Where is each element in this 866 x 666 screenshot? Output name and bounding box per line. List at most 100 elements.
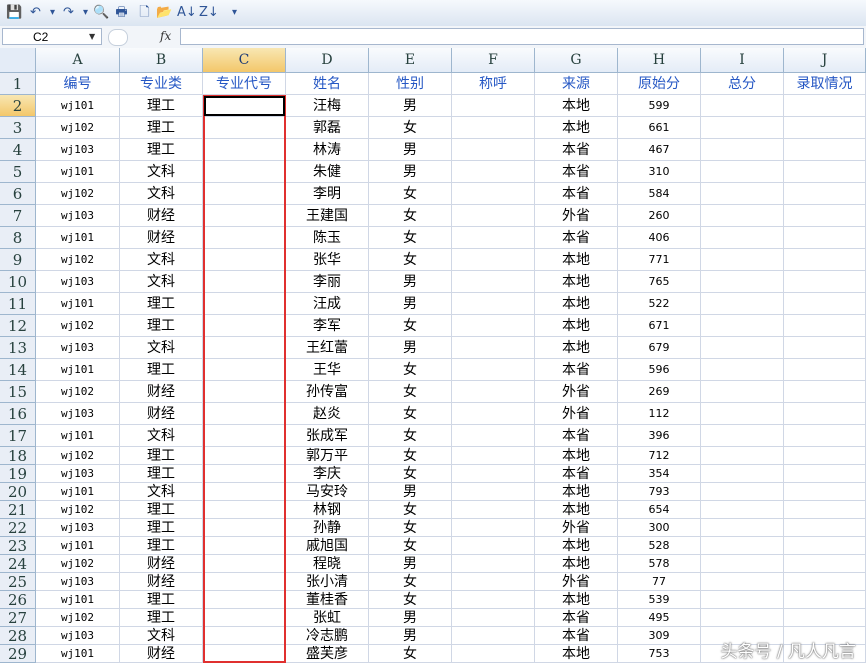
cell-a9[interactable]: wj102 (36, 249, 120, 271)
header-cell-i[interactable]: 总分 (701, 73, 784, 95)
cell-d11[interactable]: 汪成 (286, 293, 369, 315)
cell-h11[interactable]: 522 (618, 293, 701, 315)
cell-h21[interactable]: 654 (618, 501, 701, 519)
cell-f25[interactable] (452, 573, 535, 591)
cell-f8[interactable] (452, 227, 535, 249)
cell-h4[interactable]: 467 (618, 139, 701, 161)
cell-b9[interactable]: 文科 (120, 249, 203, 271)
cell-f21[interactable] (452, 501, 535, 519)
cell-g20[interactable]: 本地 (535, 483, 618, 501)
cell-g7[interactable]: 外省 (535, 205, 618, 227)
cell-b21[interactable]: 理工 (120, 501, 203, 519)
cell-h24[interactable]: 578 (618, 555, 701, 573)
cell-h12[interactable]: 671 (618, 315, 701, 337)
column-header-c[interactable]: C (203, 48, 286, 73)
cell-g6[interactable]: 本省 (535, 183, 618, 205)
header-cell-a[interactable]: 编号 (36, 73, 120, 95)
cell-a11[interactable]: wj101 (36, 293, 120, 315)
cell-e24[interactable]: 男 (369, 555, 452, 573)
cell-j6[interactable] (784, 183, 866, 205)
header-cell-d[interactable]: 姓名 (286, 73, 369, 95)
cell-c11[interactable] (203, 293, 286, 315)
row-header-24[interactable]: 24 (0, 555, 36, 573)
cell-e28[interactable]: 男 (369, 627, 452, 645)
cell-i25[interactable] (701, 573, 784, 591)
cell-c9[interactable] (203, 249, 286, 271)
row-header-15[interactable]: 15 (0, 381, 36, 403)
column-header-b[interactable]: B (120, 48, 203, 73)
cell-b29[interactable]: 财经 (120, 645, 203, 663)
cell-b8[interactable]: 财经 (120, 227, 203, 249)
cell-b15[interactable]: 财经 (120, 381, 203, 403)
cell-j14[interactable] (784, 359, 866, 381)
cell-j10[interactable] (784, 271, 866, 293)
cell-j7[interactable] (784, 205, 866, 227)
cell-d18[interactable]: 郭万平 (286, 447, 369, 465)
cell-e7[interactable]: 女 (369, 205, 452, 227)
cell-a3[interactable]: wj102 (36, 117, 120, 139)
row-header-1[interactable]: 1 (0, 73, 36, 95)
cell-f2[interactable] (452, 95, 535, 117)
row-header-11[interactable]: 11 (0, 293, 36, 315)
row-header-8[interactable]: 8 (0, 227, 36, 249)
column-header-i[interactable]: I (701, 48, 784, 73)
cell-i22[interactable] (701, 519, 784, 537)
cell-g13[interactable]: 本地 (535, 337, 618, 359)
cell-f27[interactable] (452, 609, 535, 627)
cell-h7[interactable]: 260 (618, 205, 701, 227)
cell-f11[interactable] (452, 293, 535, 315)
cell-h5[interactable]: 310 (618, 161, 701, 183)
column-header-f[interactable]: F (452, 48, 535, 73)
cell-h3[interactable]: 661 (618, 117, 701, 139)
cell-a28[interactable]: wj103 (36, 627, 120, 645)
cell-f17[interactable] (452, 425, 535, 447)
print-icon[interactable]: 🖶 (113, 4, 130, 21)
cell-i10[interactable] (701, 271, 784, 293)
cell-i24[interactable] (701, 555, 784, 573)
cell-f10[interactable] (452, 271, 535, 293)
cell-j21[interactable] (784, 501, 866, 519)
cell-e19[interactable]: 女 (369, 465, 452, 483)
cell-c7[interactable] (203, 205, 286, 227)
name-box[interactable]: C2 (2, 28, 102, 45)
cell-c24[interactable] (203, 555, 286, 573)
row-header-16[interactable]: 16 (0, 403, 36, 425)
cell-d8[interactable]: 陈玉 (286, 227, 369, 249)
cell-b13[interactable]: 文科 (120, 337, 203, 359)
cell-e29[interactable]: 女 (369, 645, 452, 663)
cell-i4[interactable] (701, 139, 784, 161)
cell-c6[interactable] (203, 183, 286, 205)
cell-i9[interactable] (701, 249, 784, 271)
cell-c28[interactable] (203, 627, 286, 645)
cell-e4[interactable]: 男 (369, 139, 452, 161)
cell-g10[interactable]: 本地 (535, 271, 618, 293)
row-header-28[interactable]: 28 (0, 627, 36, 645)
cell-i21[interactable] (701, 501, 784, 519)
cell-c8[interactable] (203, 227, 286, 249)
cell-d4[interactable]: 林涛 (286, 139, 369, 161)
row-header-26[interactable]: 26 (0, 591, 36, 609)
cell-j8[interactable] (784, 227, 866, 249)
cell-j19[interactable] (784, 465, 866, 483)
cell-a8[interactable]: wj101 (36, 227, 120, 249)
cell-b4[interactable]: 理工 (120, 139, 203, 161)
cell-c13[interactable] (203, 337, 286, 359)
cell-a12[interactable]: wj102 (36, 315, 120, 337)
cell-b12[interactable]: 理工 (120, 315, 203, 337)
cell-i7[interactable] (701, 205, 784, 227)
cell-a25[interactable]: wj103 (36, 573, 120, 591)
cell-f19[interactable] (452, 465, 535, 483)
undo-dropdown-icon[interactable]: ▾ (44, 4, 61, 21)
cell-c25[interactable] (203, 573, 286, 591)
row-header-3[interactable]: 3 (0, 117, 36, 139)
cell-h10[interactable]: 765 (618, 271, 701, 293)
cell-e5[interactable]: 男 (369, 161, 452, 183)
formula-bar-expand-icon[interactable] (108, 29, 128, 46)
cell-f14[interactable] (452, 359, 535, 381)
cell-b2[interactable]: 理工 (120, 95, 203, 117)
new-file-icon[interactable]: 🗋 (136, 4, 153, 21)
cell-a29[interactable]: wj101 (36, 645, 120, 663)
row-header-6[interactable]: 6 (0, 183, 36, 205)
cell-j23[interactable] (784, 537, 866, 555)
cell-e15[interactable]: 女 (369, 381, 452, 403)
